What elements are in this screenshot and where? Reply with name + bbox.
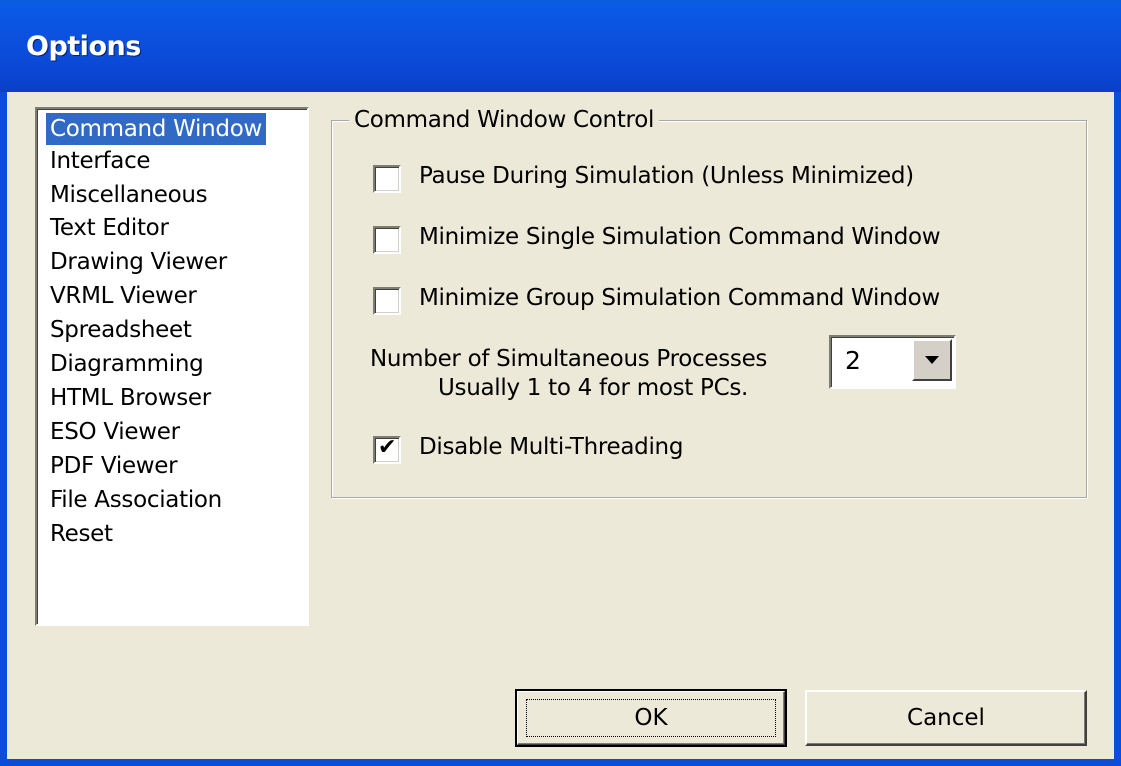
- pause-during-simulation-checkbox[interactable]: [373, 165, 401, 193]
- focus-rectangle: [526, 699, 776, 737]
- options-dialog: Options Command Window Interface Miscell…: [0, 0, 1121, 766]
- category-item-pdf-viewer[interactable]: PDF Viewer: [46, 450, 181, 482]
- pause-during-simulation-label[interactable]: Pause During Simulation (Unless Minimize…: [419, 163, 914, 189]
- group-title: Command Window Control: [349, 107, 660, 133]
- minimize-single-simulation-label[interactable]: Minimize Single Simulation Command Windo…: [419, 224, 941, 250]
- window-frame-right: [1114, 92, 1121, 766]
- category-item-diagramming[interactable]: Diagramming: [46, 348, 207, 380]
- category-item-text-editor[interactable]: Text Editor: [46, 212, 173, 244]
- chevron-down-icon: [925, 356, 939, 364]
- disable-multithreading-checkbox[interactable]: ✔: [373, 435, 401, 464]
- simultaneous-processes-label: Number of Simultaneous Processes: [370, 346, 768, 372]
- category-list[interactable]: Command Window Interface Miscellaneous T…: [35, 107, 309, 626]
- category-item-drawing-viewer[interactable]: Drawing Viewer: [46, 246, 231, 278]
- ok-button[interactable]: OK: [515, 689, 787, 747]
- window-title: Options: [26, 31, 141, 62]
- simultaneous-processes-hint: Usually 1 to 4 for most PCs.: [438, 375, 749, 401]
- window-frame-bottom: [0, 759, 1121, 766]
- category-item-eso-viewer[interactable]: ESO Viewer: [46, 416, 184, 448]
- category-item-spreadsheet[interactable]: Spreadsheet: [46, 314, 196, 346]
- category-item-reset[interactable]: Reset: [46, 518, 117, 550]
- simultaneous-processes-select[interactable]: 2: [829, 335, 956, 389]
- checkmark-icon: ✔: [378, 435, 397, 460]
- category-item-vrml-viewer[interactable]: VRML Viewer: [46, 280, 201, 312]
- cancel-button[interactable]: Cancel: [805, 690, 1087, 746]
- dropdown-button[interactable]: [912, 339, 952, 381]
- minimize-group-simulation-label[interactable]: Minimize Group Simulation Command Window: [419, 285, 940, 311]
- simultaneous-processes-value: 2: [845, 346, 861, 375]
- cancel-button-label: Cancel: [907, 705, 985, 731]
- title-bar[interactable]: Options: [0, 0, 1121, 92]
- minimize-single-simulation-checkbox[interactable]: [373, 226, 401, 254]
- category-item-miscellaneous[interactable]: Miscellaneous: [46, 179, 211, 211]
- category-item-command-window[interactable]: Command Window: [46, 113, 267, 145]
- disable-multithreading-label[interactable]: Disable Multi-Threading: [419, 434, 683, 460]
- category-item-interface[interactable]: Interface: [46, 145, 154, 177]
- minimize-group-simulation-checkbox[interactable]: [373, 287, 401, 315]
- category-item-html-browser[interactable]: HTML Browser: [46, 382, 215, 414]
- category-item-file-association[interactable]: File Association: [46, 484, 226, 516]
- window-frame-left: [0, 92, 7, 766]
